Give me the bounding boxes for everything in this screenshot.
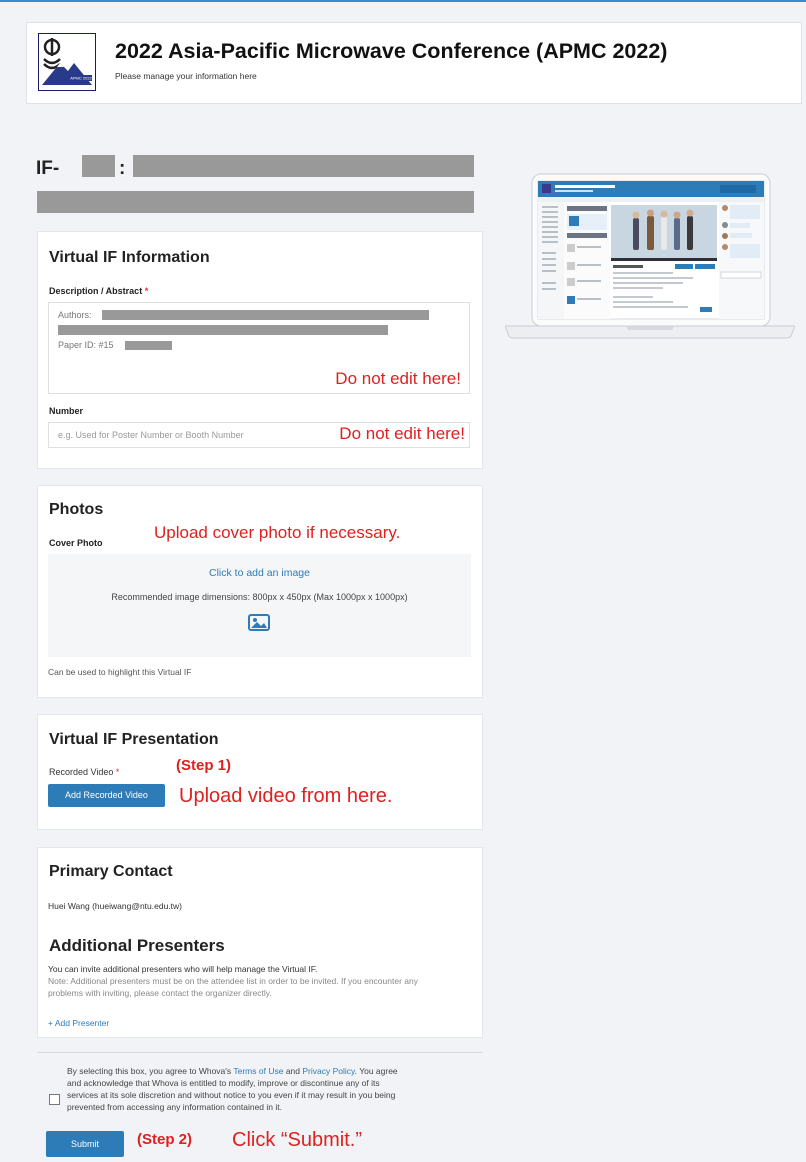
page-title-prefix: IF- (36, 158, 60, 179)
svg-text:APMC 2022: APMC 2022 (70, 76, 92, 81)
virtual-if-presentation-card: Virtual IF Presentation (Step 1) Recorde… (37, 714, 483, 830)
page-title-separator: : (119, 158, 125, 180)
page-title: IF- (36, 158, 59, 180)
number-input[interactable]: e.g. Used for Poster Number or Booth Num… (48, 422, 470, 448)
image-dropzone[interactable]: Click to add an image Recommended image … (48, 554, 471, 657)
photos-card: Photos Upload cover photo if necessary. … (37, 485, 483, 698)
redaction-block (58, 325, 388, 335)
click-submit-note: Click “Submit.” (232, 1129, 363, 1151)
upload-cover-note: Upload cover photo if necessary. (154, 523, 401, 542)
terms-line-1c: . You agree (354, 1066, 398, 1076)
redaction-block (133, 155, 474, 177)
redaction-block (37, 191, 474, 213)
conference-title: 2022 Asia-Pacific Microwave Conference (… (115, 39, 668, 63)
laptop-preview-image (505, 173, 795, 339)
number-placeholder: e.g. Used for Poster Number or Booth Num… (58, 430, 244, 440)
upload-video-note: Upload video from here. (179, 785, 393, 807)
terms-line-2: and acknowledge that Whova is entitled t… (67, 1078, 380, 1088)
terms-line-3: services at its sole discretion and with… (67, 1090, 396, 1100)
terms-of-use-link[interactable]: Terms of Use (233, 1066, 283, 1076)
presenters-intro: You can invite additional presenters who… (48, 964, 318, 974)
additional-presenters-title: Additional Presenters (49, 936, 225, 955)
terms-divider (37, 1052, 483, 1053)
add-presenter-link[interactable]: + Add Presenter (48, 1018, 109, 1028)
terms-line-1b: and (283, 1066, 303, 1076)
contacts-card: Primary Contact Huei Wang (hueiwang@ntu.… (37, 847, 483, 1038)
presenters-note-line2: problems with inviting, please contact t… (48, 988, 272, 998)
add-recorded-video-button[interactable]: Add Recorded Video (48, 784, 165, 807)
terms-checkbox[interactable] (49, 1094, 60, 1105)
description-textarea[interactable]: Authors: Paper ID: #15 Do not edit here! (48, 302, 470, 394)
image-icon (248, 614, 270, 631)
privacy-policy-link[interactable]: Privacy Policy (302, 1066, 354, 1076)
do-not-edit-note: Do not edit here! (335, 369, 461, 388)
description-label-text: Description / Abstract (49, 286, 143, 296)
step-1-label: (Step 1) (176, 757, 232, 774)
conference-subtitle: Please manage your information here (115, 71, 257, 81)
cover-photo-help: Can be used to highlight this Virtual IF (48, 667, 192, 677)
primary-contact-title: Primary Contact (49, 863, 173, 880)
paper-id-prefix: Paper ID: #15 (58, 340, 114, 350)
card-title: Photos (49, 501, 104, 518)
presenters-note-line1: Note: Additional presenters must be on t… (48, 976, 418, 986)
top-accent-line (0, 0, 806, 2)
card-title: Virtual IF Presentation (49, 731, 219, 748)
redaction-block (125, 341, 172, 350)
recorded-video-label: Recorded Video * (49, 767, 119, 777)
conference-header: APMC 2022 2022 Asia-Pacific Microwave Co… (26, 22, 802, 104)
terms-text: By selecting this box, you agree to Whov… (67, 1065, 398, 1113)
recorded-video-label-text: Recorded Video (49, 767, 114, 777)
add-image-link[interactable]: Click to add an image (48, 567, 471, 579)
cover-photo-label: Cover Photo (49, 538, 103, 548)
terms-line-1: By selecting this box, you agree to Whov… (67, 1065, 398, 1077)
primary-contact: Huei Wang (hueiwang@ntu.edu.tw) (48, 901, 182, 911)
number-label: Number (49, 406, 84, 416)
submit-button[interactable]: Submit (46, 1131, 124, 1157)
do-not-edit-note: Do not edit here! (339, 424, 465, 443)
required-mark: * (115, 767, 120, 777)
page-title-sep-text: : (119, 158, 126, 179)
required-mark: * (144, 286, 149, 296)
image-dimensions-text: Recommended image dimensions: 800px x 45… (111, 592, 408, 602)
description-label: Description / Abstract * (49, 286, 148, 296)
virtual-if-info-card: Virtual IF Information Description / Abs… (37, 231, 483, 469)
redaction-block (102, 310, 429, 320)
step-2-label: (Step 2) (137, 1131, 193, 1148)
card-title: Virtual IF Information (49, 249, 210, 266)
terms-line-1a: By selecting this box, you agree to Whov… (67, 1066, 234, 1076)
terms-line-4: prevented from accessing any information… (67, 1102, 282, 1112)
authors-prefix: Authors: (58, 310, 92, 320)
redaction-block (82, 155, 115, 177)
apmc-logo-icon: APMC 2022 (38, 33, 96, 91)
